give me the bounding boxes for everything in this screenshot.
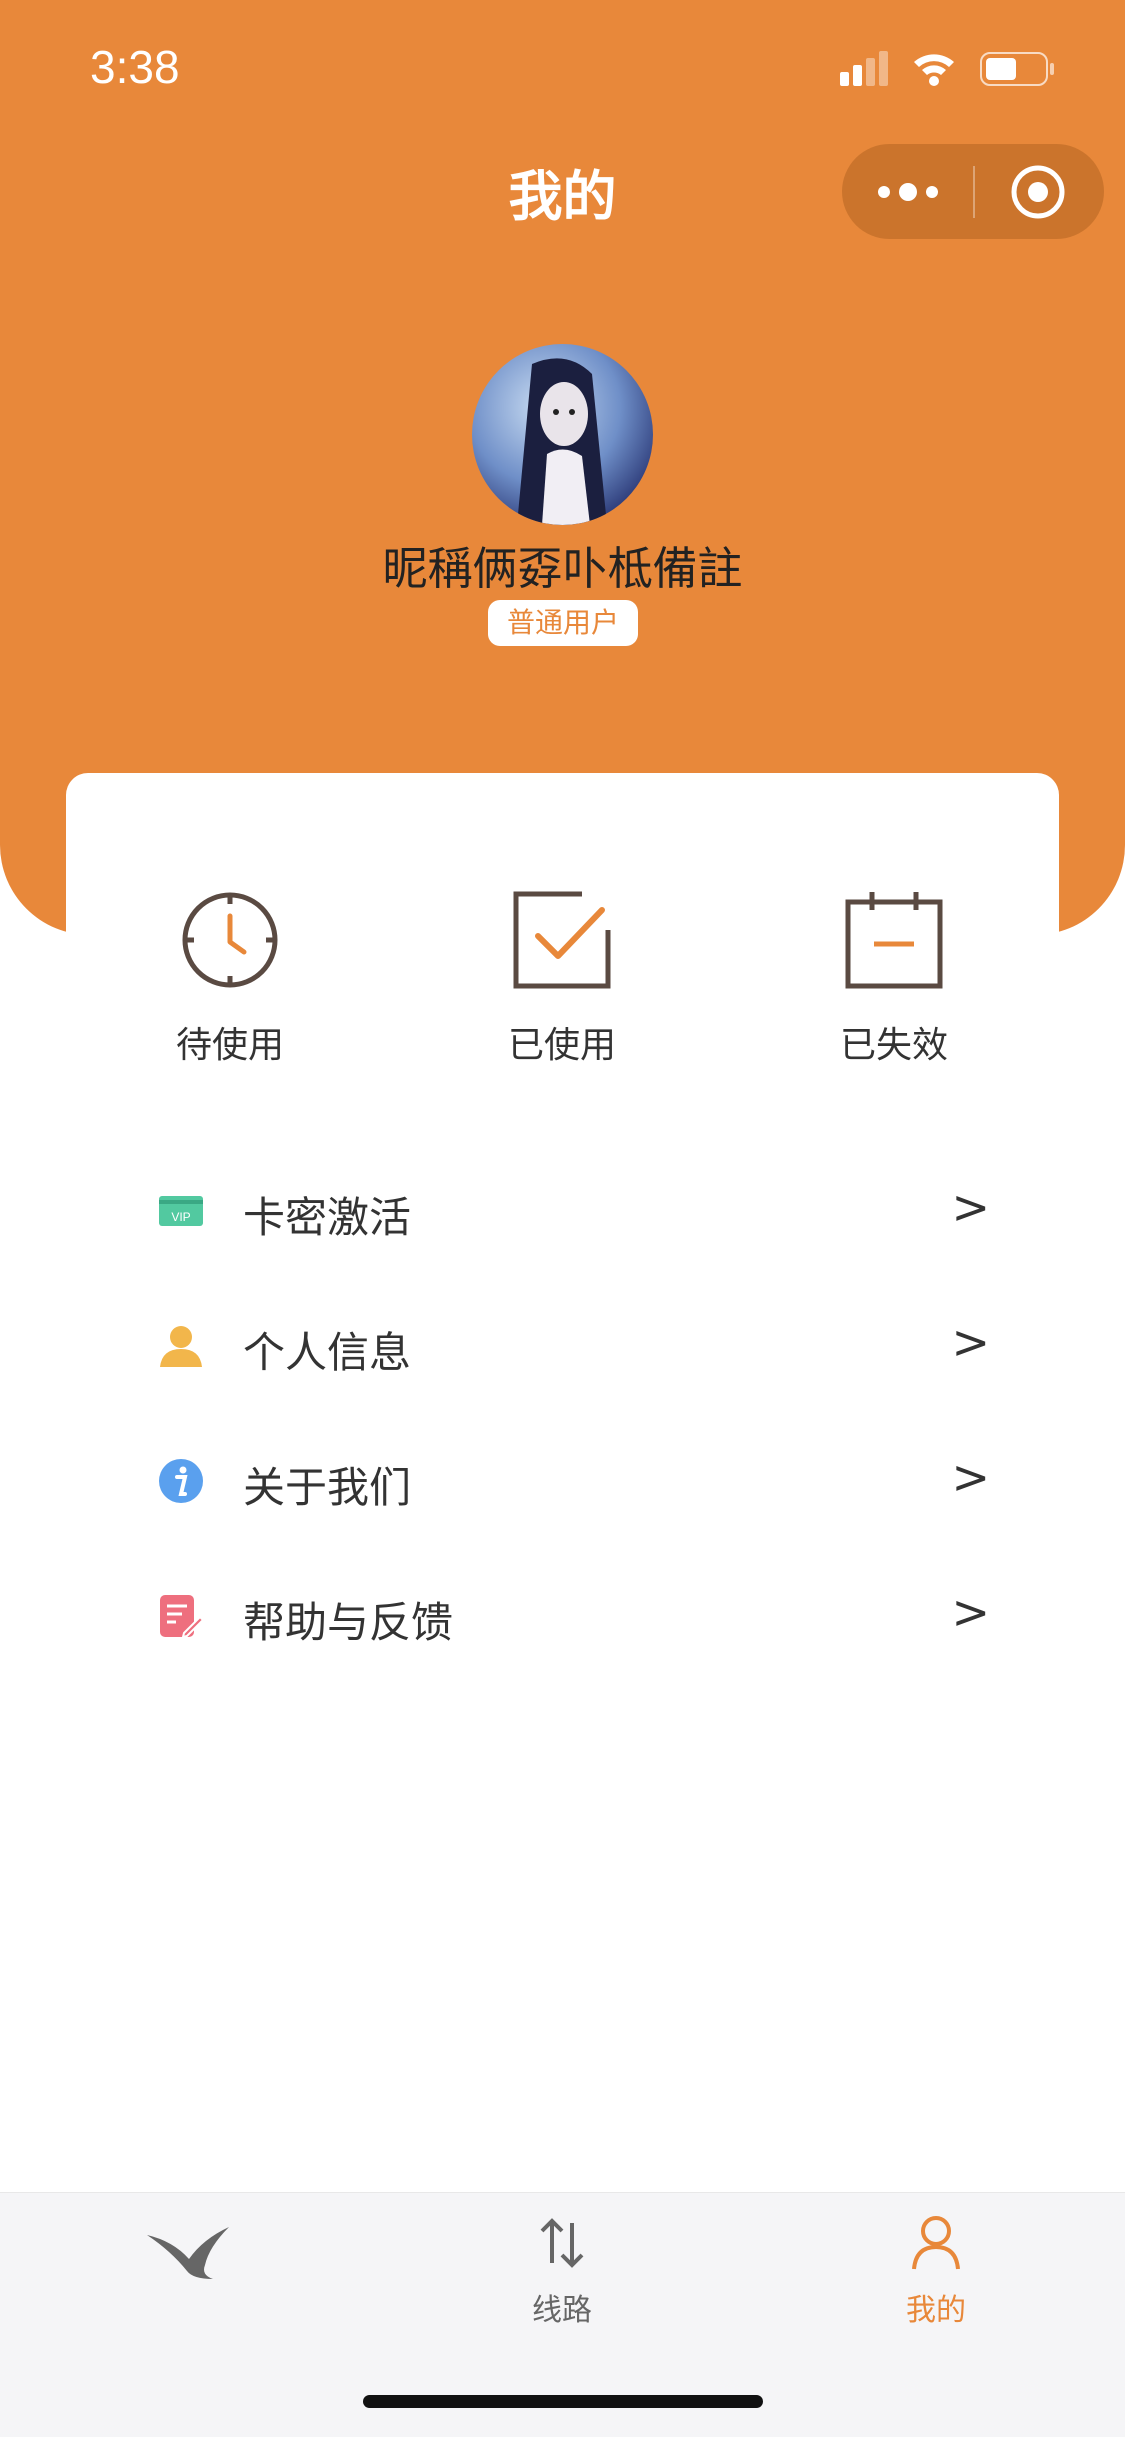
status-time: 3:38 (90, 41, 180, 93)
battery-icon (980, 52, 1054, 86)
svg-text:VIP: VIP (171, 1210, 190, 1224)
signal-icon (840, 51, 888, 86)
menu-label: 卡密激活 (243, 1193, 412, 1242)
stat-label: 待使用 (175, 1025, 284, 1066)
chevron-right-icon: > (951, 1315, 990, 1369)
close-mini-program-button[interactable] (973, 144, 1104, 239)
info-icon (159, 1459, 203, 1503)
user-icon (160, 1326, 202, 1367)
more-dots-icon (878, 183, 938, 201)
avatar[interactable] (472, 344, 653, 525)
user-level-badge: 普通用户 (488, 600, 638, 646)
tab-mine[interactable]: 我的 (836, 2213, 1036, 2329)
clock-icon (182, 892, 278, 988)
menu-item-activate[interactable]: VIP 卡密激活 > (150, 1160, 990, 1260)
tab-label: 线路 (532, 2293, 592, 2328)
calendar-icon (845, 892, 943, 989)
tab-label: 我的 (906, 2293, 966, 2328)
stat-expired[interactable]: 已失效 (794, 890, 994, 1068)
chevron-right-icon: > (951, 1585, 990, 1639)
bird-icon (147, 2227, 229, 2279)
person-icon (912, 2216, 960, 2270)
mini-program-capsule (842, 144, 1104, 239)
nickname: 昵稱俩孬卟柢備註 (382, 542, 743, 595)
menu-item-about[interactable]: 关于我们 > (150, 1430, 990, 1530)
tab-route[interactable]: 线路 (462, 2213, 662, 2329)
vip-card-icon: VIP (159, 1196, 203, 1226)
target-icon (1011, 165, 1065, 219)
menu-label: 关于我们 (243, 1463, 412, 1512)
checkbox-icon (513, 891, 611, 989)
feedback-icon (160, 1595, 204, 1639)
stat-used[interactable]: 已使用 (462, 890, 662, 1068)
menu-label: 个人信息 (243, 1328, 412, 1377)
wifi-icon (914, 54, 954, 86)
chevron-right-icon: > (951, 1180, 990, 1234)
home-indicator (363, 2395, 763, 2408)
stat-label: 已失效 (839, 1025, 948, 1066)
more-button[interactable] (842, 144, 973, 239)
stat-pending[interactable]: 待使用 (130, 890, 330, 1068)
menu-item-profile[interactable]: 个人信息 > (150, 1295, 990, 1395)
status-icons (840, 48, 1080, 88)
menu-label: 帮助与反馈 (243, 1598, 454, 1647)
route-icon (540, 2218, 584, 2268)
stat-label: 已使用 (507, 1025, 616, 1066)
menu-item-feedback[interactable]: 帮助与反馈 > (150, 1565, 990, 1665)
tab-home[interactable] (88, 2213, 288, 2295)
chevron-right-icon: > (951, 1450, 990, 1504)
